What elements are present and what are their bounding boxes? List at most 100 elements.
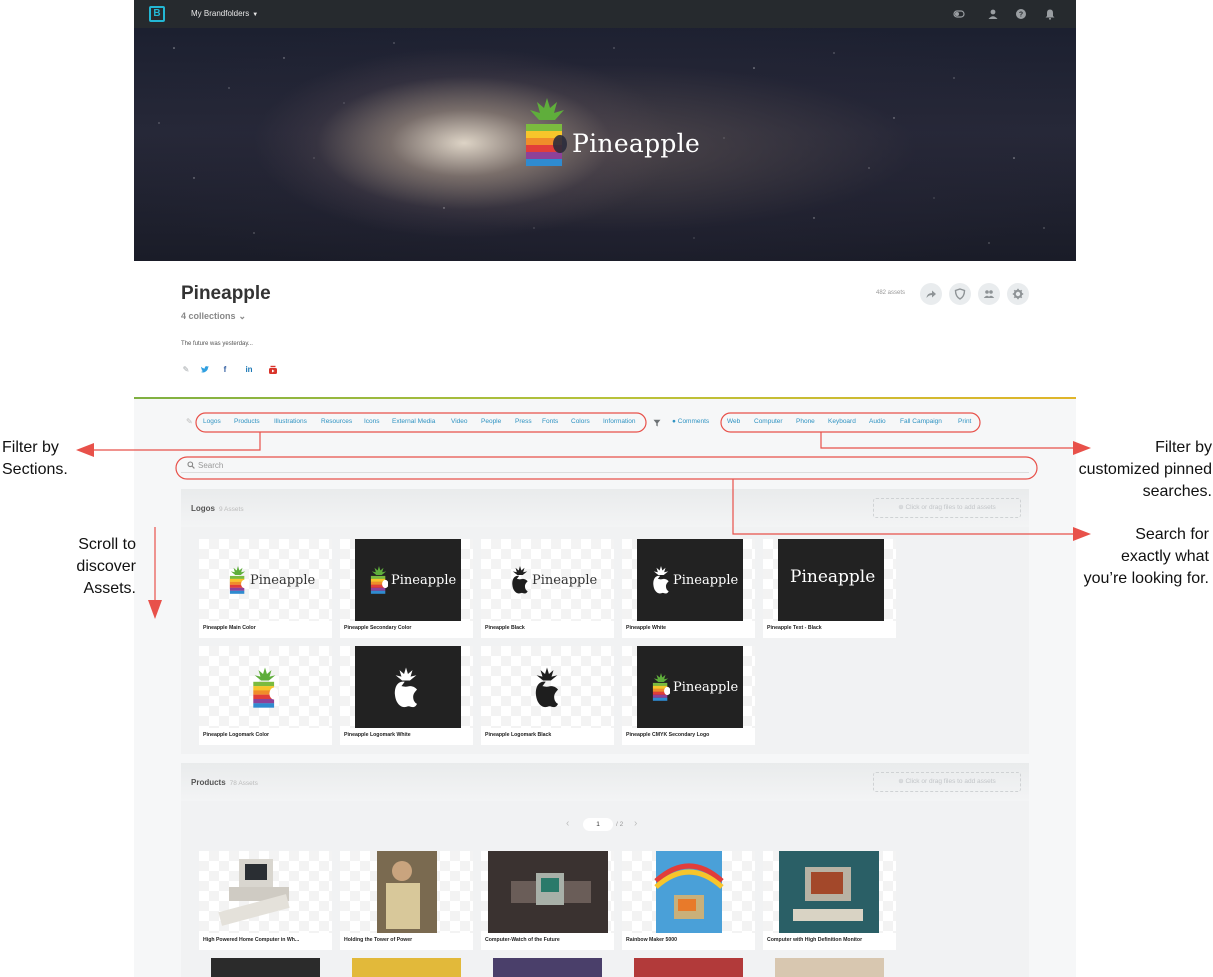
next-page-icon[interactable]: ›	[634, 818, 637, 829]
users-icon	[983, 290, 995, 298]
help-icon[interactable]: ?	[1015, 8, 1027, 20]
asset-title: High Powered Home Computer in Wh...	[203, 937, 300, 943]
logo-wordmark: Pineapple	[673, 573, 739, 588]
asset-title: Pineapple Logomark Color	[203, 732, 270, 738]
user-icon[interactable]	[987, 8, 999, 20]
section-filter-external-media[interactable]: External Media	[392, 418, 435, 425]
annotation-line: exactly what	[1120, 548, 1209, 565]
asset-thumbnail: Pineapple	[481, 539, 614, 621]
permissions-button[interactable]	[949, 283, 971, 305]
asset-thumbnail	[340, 646, 473, 728]
pinned-search-fall-campaign[interactable]: Fall Campaign	[900, 418, 942, 425]
my-brandfolders-menu[interactable]: My Brandfolders ▼	[191, 9, 258, 18]
collections-label: 4 collections	[181, 311, 236, 321]
asset-card[interactable]: Computer with High Definition Monitor	[763, 851, 896, 950]
product-photo	[218, 859, 290, 926]
asset-thumbnail	[622, 851, 755, 933]
shield-icon	[954, 288, 966, 300]
annotation-line: searches.	[1142, 483, 1212, 500]
section-filter-information[interactable]: Information	[603, 418, 636, 425]
asset-card[interactable]: Pineapple Pineapple White	[622, 539, 755, 638]
asset-card[interactable]: Pineapple Pineapple CMYK Secondary Logo	[622, 646, 755, 745]
youtube-icon[interactable]	[268, 365, 278, 375]
asset-card[interactable]: Holding the Tower of Power	[340, 851, 473, 950]
asset-card-partial[interactable]	[775, 958, 884, 977]
share-icon	[926, 290, 936, 298]
asset-title: Pineapple Logomark White	[344, 732, 411, 738]
svg-text:?: ?	[1019, 12, 1023, 19]
main-content: ✎ Logos Products Illustrations Resources Ico…	[134, 399, 1076, 977]
logo-wordmark: Pineapple	[673, 680, 739, 695]
asset-card[interactable]: Pineapple Pineapple Black	[481, 539, 614, 638]
filter-funnel-icon[interactable]	[653, 419, 661, 427]
bell-icon[interactable]	[1044, 8, 1056, 20]
asset-card-partial[interactable]	[634, 958, 743, 977]
asset-card[interactable]: Pineapple Pineapple Secondary Color	[340, 539, 473, 638]
asset-card[interactable]: Pineapple Pineapple Main Color	[199, 539, 332, 638]
facebook-icon[interactable]: f	[220, 365, 230, 375]
asset-thumbnail: Pineapple	[622, 646, 755, 728]
asset-card[interactable]: Rainbow Maker 5000	[622, 851, 755, 950]
section-filter-colors[interactable]: Colors	[571, 418, 590, 425]
section-filter-press[interactable]: Press	[515, 418, 532, 425]
section-filter-illustrations[interactable]: Illustrations	[274, 418, 307, 425]
pinned-search-computer[interactable]: Computer	[754, 418, 783, 425]
page-total: / 2	[616, 821, 624, 828]
asset-card[interactable]: Pineapple Logomark White	[340, 646, 473, 745]
share-button[interactable]	[920, 283, 942, 305]
section-title[interactable]: Logos 9 Assets	[191, 504, 244, 513]
search-input[interactable]	[198, 459, 998, 472]
asset-card[interactable]: Computer-Watch of the Future	[481, 851, 614, 950]
section-title[interactable]: Products 78 Assets	[191, 778, 258, 787]
section-filter-video[interactable]: Video	[451, 418, 468, 425]
product-photo	[779, 851, 879, 933]
pinned-search-audio[interactable]: Audio	[869, 418, 886, 425]
search-bar	[181, 459, 1029, 473]
asset-thumbnail: Pineapple	[763, 539, 896, 621]
pineapple-logo-icon	[253, 667, 278, 708]
section-filter-people[interactable]: People	[481, 418, 501, 425]
brandfolder-logo[interactable]: B	[149, 6, 165, 22]
asset-card-partial[interactable]	[352, 958, 461, 977]
pinned-search-web[interactable]: Web	[727, 418, 740, 425]
pinned-search-keyboard[interactable]: Keyboard	[828, 418, 856, 425]
caret-down-icon: ▼	[252, 12, 259, 18]
edit-icon[interactable]: ✎	[181, 365, 191, 375]
asset-card[interactable]: Pineapple Pineapple Text - Black	[763, 539, 896, 638]
logo-wordmark: Pineapple	[532, 573, 598, 588]
linkedin-icon[interactable]: in	[244, 365, 254, 375]
settings-button[interactable]	[1007, 283, 1029, 305]
section-filter-resources[interactable]: Resources	[321, 418, 352, 425]
annotation-line: Search for	[1135, 526, 1209, 543]
pineapple-logo-icon	[535, 667, 559, 708]
upload-dropzone[interactable]: ⊕ Click or drag files to add assets	[873, 772, 1021, 792]
asset-title: Pineapple Secondary Color	[344, 625, 412, 631]
section-filter-icons[interactable]: Icons	[364, 418, 380, 425]
section-filter-logos[interactable]: Logos	[203, 418, 221, 425]
pineapple-logo-icon	[512, 566, 528, 594]
annotation-filter-sections: Filter by Sections.	[2, 437, 68, 481]
brandfolder-title: Pineapple	[181, 283, 271, 304]
asset-card[interactable]: High Powered Home Computer in Wh...	[199, 851, 332, 950]
asset-thumbnail	[199, 646, 332, 728]
pinned-search-phone[interactable]: Phone	[796, 418, 815, 425]
current-page-input[interactable]: 1	[583, 818, 613, 831]
section-filter-products[interactable]: Products	[234, 418, 260, 425]
asset-card-partial[interactable]	[493, 958, 602, 977]
asset-card[interactable]: Pineapple Logomark Black	[481, 646, 614, 745]
pinned-search-print[interactable]: Print	[958, 418, 971, 425]
collections-dropdown[interactable]: 4 collections ⌄	[181, 311, 246, 322]
upload-dropzone[interactable]: ⊕ Click or drag files to add assets	[873, 498, 1021, 518]
asset-title: Pineapple Main Color	[203, 625, 256, 631]
previous-page-icon[interactable]: ‹	[566, 818, 569, 829]
asset-card[interactable]: Pineapple Logomark Color	[199, 646, 332, 745]
section-filter-fonts[interactable]: Fonts	[542, 418, 558, 425]
asset-title: Pineapple Black	[485, 625, 525, 631]
search-icon	[187, 461, 195, 469]
comments-link[interactable]: ● Comments	[672, 418, 709, 425]
toggle-icon[interactable]	[953, 8, 965, 20]
edit-sections-icon[interactable]: ✎	[186, 417, 193, 426]
asset-card-partial[interactable]	[211, 958, 320, 977]
twitter-icon[interactable]	[200, 365, 210, 375]
users-button[interactable]	[978, 283, 1000, 305]
